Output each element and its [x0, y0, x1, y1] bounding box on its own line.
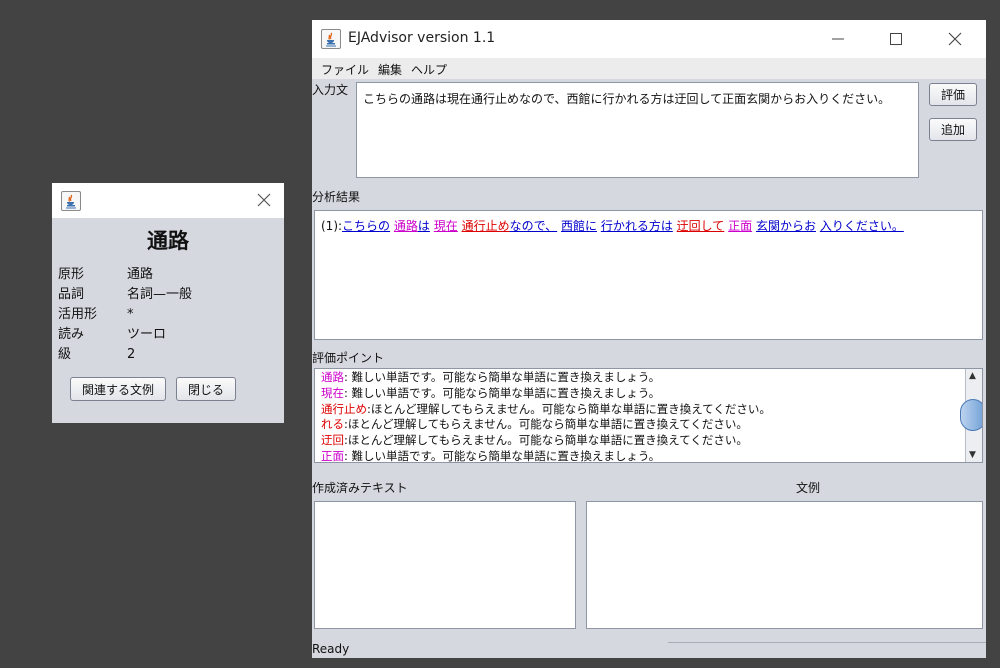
analysis-token[interactable]: 正面	[728, 219, 752, 233]
evaluation-item: 正面: 難しい単語です。可能なら簡単な単語に置き換えましょう。	[321, 448, 964, 463]
related-examples-button[interactable]: 関連する文例	[70, 377, 166, 401]
evaluation-term: れる	[321, 417, 344, 432]
created-text-list[interactable]	[314, 501, 576, 629]
analysis-token[interactable]: 玄関からお	[756, 219, 816, 233]
evaluation-message: : 難しい単語です。可能なら簡単な単語に置き換えましょう。	[344, 385, 661, 400]
main-window: EJAdvisor version 1.1 ファイル 編集 ヘルプ 入力文 こち…	[312, 20, 986, 658]
evaluation-scrollbar[interactable]: ▲ ▼	[960, 369, 982, 462]
evaluation-item: 通路: 難しい単語です。可能なら簡単な単語に置き換えましょう。	[321, 370, 964, 386]
java-icon	[61, 191, 81, 211]
evaluate-button[interactable]: 評価	[929, 83, 977, 106]
word-info-value: *	[127, 307, 134, 322]
scroll-down-icon[interactable]: ▼	[969, 450, 976, 460]
menu-bar: ファイル 編集 ヘルプ	[312, 58, 986, 79]
analysis-label: 分析結果	[312, 190, 361, 204]
evaluation-message: :ほとんど理解してもらえません。可能なら簡単な単語に置き換えてください。	[367, 401, 771, 416]
examples-label: 文例	[796, 481, 821, 495]
evaluation-message: : 難しい単語です。可能なら簡単な単語に置き換えましょう。	[344, 448, 661, 463]
close-icon[interactable]	[926, 20, 984, 58]
evaluation-item: 通行止め:ほとんど理解してもらえません。可能なら簡単な単語に置き換えてください。	[321, 402, 964, 418]
created-text-label: 作成済みテキスト	[312, 481, 408, 495]
scrollbar-thumb[interactable]	[960, 399, 982, 431]
menu-file[interactable]: ファイル	[321, 61, 369, 78]
word-detail-dialog: 通路 原形 通路 品詞 名詞—一般 活用形 * 読み ツーロ級 2 関連する文例 閉じる	[52, 183, 284, 423]
word-info-row: 品詞 名詞—一般	[58, 285, 278, 305]
close-icon[interactable]	[254, 190, 274, 210]
menu-help[interactable]: ヘルプ	[411, 61, 447, 78]
word-info-value: ツーロ	[127, 327, 167, 342]
word-info-row: 原形 通路	[58, 265, 278, 285]
word-info-value: 2	[127, 347, 136, 362]
analysis-token[interactable]: 西館に	[561, 219, 597, 233]
add-button[interactable]: 追加	[929, 118, 977, 141]
window-title: EJAdvisor version 1.1	[348, 30, 496, 46]
java-icon	[321, 29, 341, 49]
word-info-value: 通路	[127, 267, 154, 282]
analysis-token[interactable]: こちらの	[342, 219, 390, 233]
evaluation-item: 迂回:ほとんど理解してもらえません。可能なら簡単な単語に置き換えてください。	[321, 433, 964, 449]
input-text: こちらの通路は現在通行止めなので、西館に行かれる方は迂回して正面玄関からお入りく…	[363, 92, 891, 106]
analysis-prefix: (1):	[321, 219, 343, 233]
menu-edit[interactable]: 編集	[378, 61, 402, 78]
word-info-label: 読み	[58, 327, 85, 342]
scroll-up-icon[interactable]: ▲	[969, 371, 976, 381]
evaluation-term: 正面	[321, 448, 344, 463]
status-divider	[668, 642, 986, 643]
main-titlebar: EJAdvisor version 1.1	[312, 20, 986, 58]
word-info-label: 級	[58, 347, 72, 362]
evaluation-message: :ほとんど理解してもらえません。可能なら簡単な単語に置き換えてください。	[344, 433, 748, 448]
word-info-table: 原形 通路 品詞 名詞—一般 活用形 * 読み ツーロ級 2	[58, 265, 278, 365]
word-info-row: 読み ツーロ	[58, 325, 278, 345]
evaluation-term: 通行止め	[321, 401, 367, 416]
word-info-value: 名詞—一般	[127, 287, 193, 302]
word-info-label: 品詞	[58, 287, 85, 302]
word-info-label: 原形	[58, 267, 85, 282]
word-info-row: 級2	[58, 345, 278, 365]
word-info-label: 活用形	[58, 307, 98, 322]
analysis-token[interactable]: なので、	[510, 219, 558, 233]
analysis-token[interactable]: 現在	[434, 219, 458, 233]
evaluation-item: 現在: 難しい単語です。可能なら簡単な単語に置き換えましょう。	[321, 386, 964, 402]
analysis-token[interactable]: は	[418, 219, 430, 233]
evaluation-label: 評価ポイント	[312, 351, 385, 365]
evaluation-term: 迂回	[321, 433, 344, 448]
word-info-row: 活用形 *	[58, 305, 278, 325]
dialog-titlebar	[52, 183, 284, 218]
analysis-token[interactable]: 迂回して	[677, 219, 725, 233]
close-button[interactable]: 閉じる	[176, 377, 236, 401]
input-label: 入力文	[312, 83, 349, 97]
evaluation-message: :ほとんど理解してもらえません。可能なら簡単な単語に置き換えてください。	[344, 417, 748, 432]
evaluation-message: : 難しい単語です。可能なら簡単な単語に置き換えましょう。	[344, 370, 661, 384]
analysis-result-panel: (1):こちらの 通路は 現在 通行止めなので、 西館に 行かれる方は 迂回して…	[314, 210, 983, 340]
evaluation-term: 通路	[321, 370, 344, 384]
analysis-token[interactable]: 行かれる方は	[601, 219, 673, 233]
word-heading: 通路	[147, 229, 189, 253]
minimize-icon[interactable]	[809, 20, 867, 58]
examples-list[interactable]	[586, 501, 983, 629]
analysis-token[interactable]: 通行止め	[462, 219, 510, 233]
analysis-token[interactable]: 入りください。	[820, 219, 904, 233]
maximize-icon[interactable]	[867, 20, 925, 58]
evaluation-item: れる:ほとんど理解してもらえません。可能なら簡単な単語に置き換えてください。	[321, 417, 964, 433]
evaluation-term: 現在	[321, 385, 344, 400]
evaluation-points-list[interactable]: 通路: 難しい単語です。可能なら簡単な単語に置き換えましょう。 現在: 難しい単語…	[314, 368, 983, 463]
input-textarea[interactable]: こちらの通路は現在通行止めなので、西館に行かれる方は迂回して正面玄関からお入りく…	[356, 82, 919, 178]
analysis-token[interactable]: 通路	[394, 219, 418, 233]
status-text: Ready	[312, 642, 350, 656]
